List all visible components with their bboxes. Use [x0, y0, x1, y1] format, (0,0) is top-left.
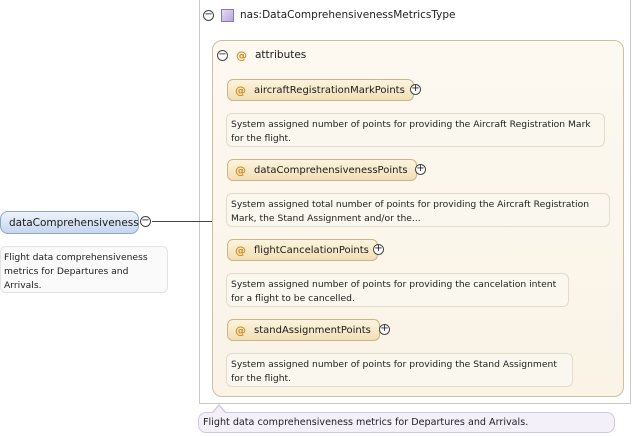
expand-attribute-toggle[interactable]: + — [415, 164, 426, 175]
complex-type-icon — [221, 8, 234, 22]
connector-line — [152, 221, 212, 222]
description-line: metrics for Departures and — [4, 266, 129, 277]
description-line: Flight data comprehensiveness — [4, 252, 148, 263]
attributes-header: − @ attributes — [217, 47, 306, 63]
minus-icon: − — [218, 48, 227, 60]
attribute-name: standAssignmentPoints — [254, 324, 371, 336]
element-name: dataComprehensiveness — [9, 216, 139, 229]
attribute-symbol-icon: @ — [235, 163, 246, 177]
description-line: for the flight. — [231, 133, 292, 144]
attribute-description: System assigned number of points for pro… — [226, 353, 573, 387]
type-header: − nas:DataComprehensivenessMetricsType — [203, 6, 455, 24]
attribute-name: aircraftRegistrationMarkPoints — [254, 84, 405, 96]
description-line: for the flight. — [231, 373, 292, 384]
description-line: System assigned number of points for pro… — [231, 359, 557, 370]
callout-notch-inner — [213, 406, 225, 413]
description-line: Mark, the Stand Assignment and/or the... — [231, 213, 421, 224]
attribute-name: flightCancelationPoints — [254, 244, 369, 256]
attribute-data-comprehensiveness-points[interactable]: @ dataComprehensivenessPoints — [227, 159, 417, 181]
attribute-description: System assigned number of points for pro… — [226, 113, 605, 147]
plus-icon: + — [380, 323, 389, 334]
attribute-symbol-icon: @ — [235, 323, 246, 337]
attribute-flight-cancelation-points[interactable]: @ flightCancelationPoints — [227, 239, 378, 261]
description-line: System assigned number of points for pro… — [231, 119, 591, 130]
expand-attribute-toggle[interactable]: + — [410, 84, 421, 95]
attribute-symbol-icon: @ — [236, 48, 247, 62]
collapse-element-toggle[interactable]: − — [140, 216, 151, 227]
description-line: for a flight to be cancelled. — [231, 293, 355, 304]
collapse-attributes-toggle[interactable]: − — [217, 48, 228, 61]
plus-icon: + — [411, 83, 420, 94]
attribute-symbol-icon: @ — [235, 83, 246, 97]
type-name: nas:DataComprehensivenessMetricsType — [240, 9, 456, 21]
attribute-description: System assigned number of points for pro… — [226, 273, 569, 307]
expand-attribute-toggle[interactable]: + — [373, 244, 384, 255]
attribute-symbol-icon: @ — [235, 243, 246, 257]
attribute-description: System assigned total number of points f… — [226, 193, 610, 227]
expand-attribute-toggle[interactable]: + — [379, 324, 390, 335]
plus-icon: + — [416, 163, 425, 174]
attributes-label: attributes — [255, 49, 307, 61]
attribute-aircraft-registration-mark-points[interactable]: @ aircraftRegistrationMarkPoints — [227, 79, 414, 101]
minus-icon: − — [141, 215, 150, 226]
attribute-stand-assignment-points[interactable]: @ standAssignmentPoints — [227, 319, 380, 341]
description-line: Arrivals. — [4, 280, 42, 291]
type-description-text: Flight data comprehensiveness metrics fo… — [203, 417, 529, 428]
plus-icon: + — [374, 243, 383, 254]
element-description: Flight data comprehensiveness metrics fo… — [0, 246, 168, 293]
collapse-type-toggle[interactable]: − — [203, 8, 214, 21]
description-line: System assigned number of points for pro… — [231, 279, 557, 290]
minus-icon: − — [204, 8, 213, 20]
description-line: System assigned total number of points f… — [231, 199, 590, 210]
element-data-comprehensiveness[interactable]: dataComprehensiveness — [0, 211, 139, 234]
type-description: Flight data comprehensiveness metrics fo… — [198, 412, 615, 433]
attribute-name: dataComprehensivenessPoints — [254, 164, 408, 176]
